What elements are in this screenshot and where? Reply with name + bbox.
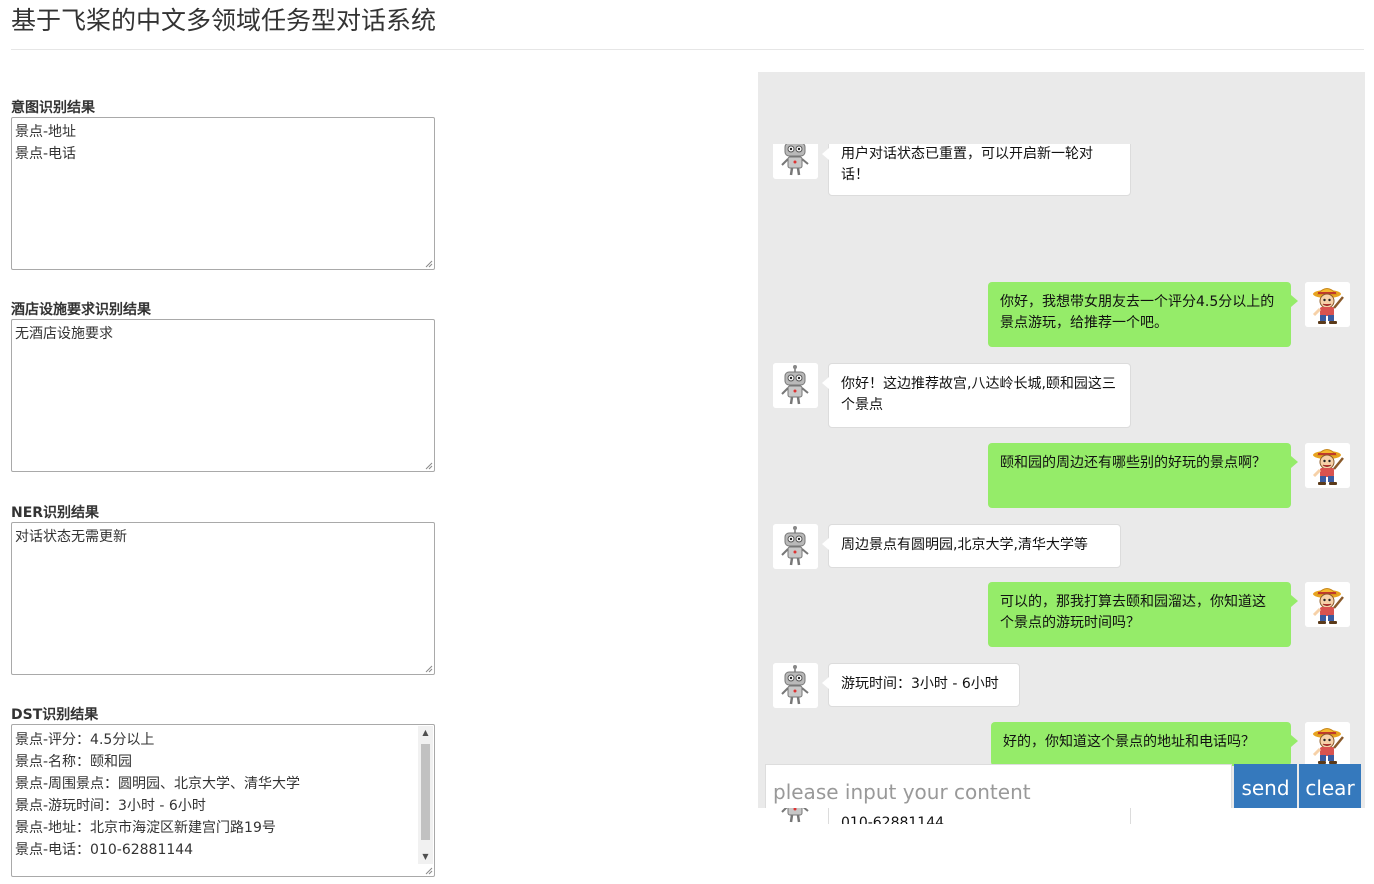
robot-avatar-icon — [773, 524, 818, 569]
dst-result-line: 景点-地址：北京市海淀区新建宫门路19号 — [15, 820, 276, 836]
intent-result-label: 意图识别结果 — [11, 100, 95, 116]
resize-grip-icon[interactable] — [424, 259, 433, 268]
send-button[interactable]: send — [1234, 764, 1297, 808]
page-title: 基于飞桨的中文多领域任务型对话系统 — [11, 6, 437, 35]
resize-grip-icon[interactable] — [424, 461, 433, 470]
robot-avatar-icon — [773, 663, 818, 708]
ner-result-line: 对话状态无需更新 — [15, 529, 127, 545]
title-divider — [11, 49, 1364, 50]
dst-result-line: 景点-名称：颐和园 — [15, 754, 133, 770]
robot-avatar-icon — [773, 363, 818, 408]
straw-hat-kid-avatar-icon — [1305, 443, 1350, 488]
ner-result-label: NER识别结果 — [11, 505, 100, 521]
dst-result-line: 景点-游玩时间：3小时 - 6小时 — [15, 798, 206, 814]
dst-result-line: 景点-评分：4.5分以上 — [15, 732, 155, 748]
chat-bubble: 你好，我想带女朋友去一个评分4.5分以上的景点游玩，给推荐一个吧。 — [988, 282, 1298, 347]
chat-bubble: 周边景点有圆明园,北京大学,清华大学等 — [822, 524, 1121, 568]
chat-input[interactable] — [765, 764, 1232, 808]
dst-result-line: 景点-电话：010-62881144 — [15, 842, 194, 858]
intent-result-line: 景点-地址 — [15, 124, 77, 140]
intent-result-textarea[interactable]: 景点-地址 景点-电话 — [11, 117, 435, 270]
scroll-down-arrow-icon[interactable]: ▼ — [418, 850, 433, 864]
dst-result-label: DST识别结果 — [11, 707, 99, 723]
resize-grip-icon[interactable] — [424, 866, 433, 875]
hotel-facility-result-line: 无酒店设施要求 — [15, 326, 113, 342]
chat-panel: 用户对话状态已重置，可以开启新一轮对话！ 你好，我想带女朋友去一个评分4.5分以… — [758, 72, 1365, 824]
chat-bubble: 好的，你知道这个景点的地址和电话吗？ — [991, 722, 1298, 766]
chat-history[interactable]: 用户对话状态已重置，可以开启新一轮对话！ 你好，我想带女朋友去一个评分4.5分以… — [758, 144, 1365, 824]
hotel-facility-result-label: 酒店设施要求识别结果 — [11, 302, 151, 318]
scroll-up-arrow-icon[interactable]: ▲ — [418, 726, 433, 740]
dst-result-textarea[interactable]: 景点-评分：4.5分以上 景点-名称：颐和园 景点-周围景点：圆明园、北京大学、… — [11, 724, 435, 877]
dst-result-line: 景点-周围景点：圆明园、北京大学、清华大学 — [15, 776, 301, 792]
intent-result-line: 景点-电话 — [15, 146, 77, 162]
chat-bubble: 颐和园的周边还有哪些别的好玩的景点啊？ — [988, 443, 1298, 508]
dst-scrollbar[interactable]: ▲ ▼ — [418, 726, 433, 864]
resize-grip-icon[interactable] — [424, 664, 433, 673]
ner-result-textarea[interactable]: 对话状态无需更新 — [11, 522, 435, 675]
chat-bubble: 你好！这边推荐故宫,八达岭长城,颐和园这三个景点 — [822, 363, 1131, 428]
straw-hat-kid-avatar-icon — [1305, 722, 1350, 767]
chat-bubble: 用户对话状态已重置，可以开启新一轮对话！ — [822, 144, 1131, 196]
robot-avatar-icon — [773, 144, 818, 179]
chat-bubble: 可以的，那我打算去颐和园溜达，你知道这个景点的游玩时间吗？ — [988, 582, 1298, 647]
chat-bubble: 游玩时间：3小时 - 6小时 — [822, 663, 1020, 707]
scroll-thumb[interactable] — [421, 744, 430, 840]
straw-hat-kid-avatar-icon — [1305, 282, 1350, 327]
straw-hat-kid-avatar-icon — [1305, 582, 1350, 627]
hotel-facility-result-textarea[interactable]: 无酒店设施要求 — [11, 319, 435, 472]
clear-button[interactable]: clear — [1299, 764, 1361, 808]
